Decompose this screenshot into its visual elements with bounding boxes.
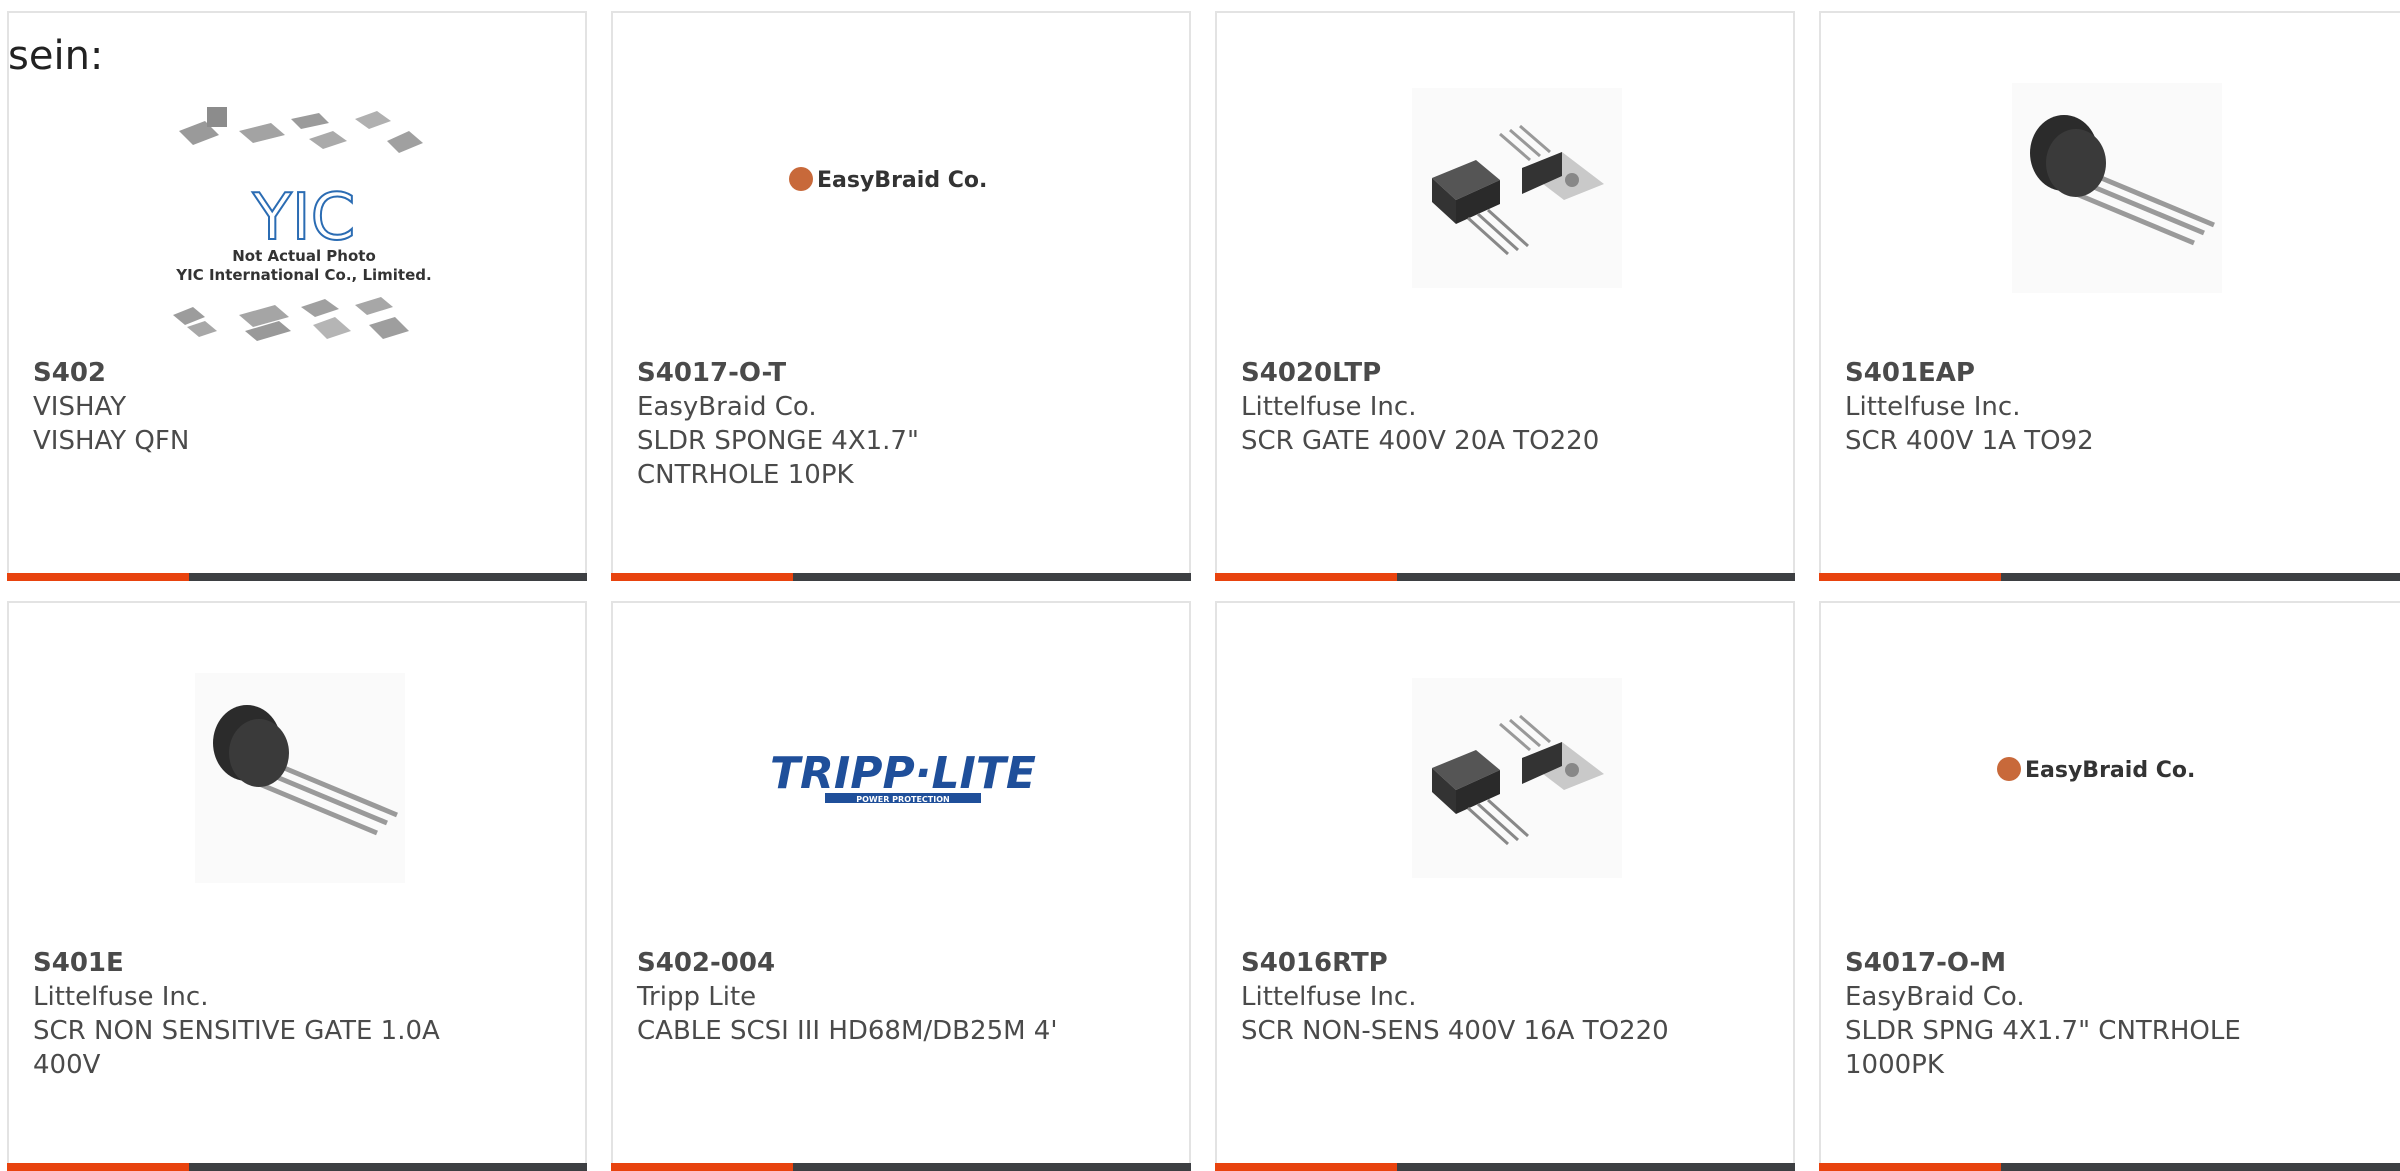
manufacturer: Littelfuse Inc.	[1241, 392, 1417, 422]
easybraid-logo-text: EasyBraid Co.	[817, 168, 987, 193]
description: CABLE SCSI III HD68M/DB25M 4'	[637, 1016, 1058, 1046]
part-number-link[interactable]: S401E	[33, 946, 513, 980]
product-image-easybraid[interactable]: EasyBraid Co.	[753, 83, 1053, 293]
card-accent-bar	[7, 573, 189, 581]
product-card[interactable]: TRIPP·LITE POWER PROTECTION S402-004 Tri…	[611, 601, 1191, 1171]
product-image-to220[interactable]	[1412, 88, 1622, 288]
easybraid-logo-icon: EasyBraid Co.	[1997, 757, 2195, 783]
chip-placeholder-icon: YIC Not Actual Photo YIC International C…	[173, 107, 432, 341]
part-number-link[interactable]: S4016RTP	[1241, 946, 1721, 980]
product-info: S4017-O-T EasyBraid Co. SLDR SPONGE 4X1.…	[637, 356, 1117, 492]
product-card[interactable]: S401E Littelfuse Inc. SCR NON SENSITIVE …	[7, 601, 587, 1171]
card-accent-bar	[1819, 573, 2001, 581]
product-card[interactable]: EasyBraid Co. S4017-O-T EasyBraid Co. SL…	[611, 11, 1191, 581]
description: VISHAY QFN	[33, 426, 190, 456]
product-grid: YIC Not Actual Photo YIC International C…	[0, 0, 2400, 1171]
description: SCR NON-SENS 400V 16A TO220	[1241, 1016, 1669, 1046]
description: SLDR SPONGE 4X1.7" CNTRHOLE 10PK	[637, 426, 919, 490]
description: SLDR SPNG 4X1.7" CNTRHOLE 1000PK	[1845, 1016, 2241, 1080]
manufacturer: Littelfuse Inc.	[1845, 392, 2021, 422]
manufacturer: EasyBraid Co.	[1845, 982, 2025, 1012]
product-card[interactable]: S4016RTP Littelfuse Inc. SCR NON-SENS 40…	[1215, 601, 1795, 1171]
manufacturer: Littelfuse Inc.	[33, 982, 209, 1012]
card-accent-bar	[611, 573, 793, 581]
card-footer-bar	[1215, 1163, 1795, 1171]
easybraid-logo-text: EasyBraid Co.	[2025, 758, 2195, 783]
tripplite-logo-text: TRIPP·LITE	[770, 748, 1036, 799]
card-footer-bar	[611, 573, 1191, 581]
card-footer-bar	[1215, 573, 1795, 581]
card-accent-bar	[1215, 1163, 1397, 1171]
yic-logo: YIC	[252, 181, 356, 255]
manufacturer: VISHAY	[33, 392, 127, 422]
tripplite-tagline: POWER PROTECTION	[856, 795, 949, 804]
placeholder-caption-line1: Not Actual Photo	[232, 247, 376, 265]
product-image-easybraid[interactable]: EasyBraid Co.	[1961, 673, 2261, 883]
product-info: S401EAP Littelfuse Inc. SCR 400V 1A TO92	[1845, 356, 2325, 458]
card-accent-bar	[1215, 573, 1397, 581]
manufacturer: EasyBraid Co.	[637, 392, 817, 422]
card-accent-bar	[611, 1163, 793, 1171]
description: SCR GATE 400V 20A TO220	[1241, 426, 1600, 456]
card-accent-bar	[7, 1163, 189, 1171]
description: SCR NON SENSITIVE GATE 1.0A 400V	[33, 1016, 440, 1080]
product-image-to220[interactable]	[1412, 678, 1622, 878]
product-card[interactable]: S401EAP Littelfuse Inc. SCR 400V 1A TO92	[1819, 11, 2400, 581]
easybraid-logo-icon: EasyBraid Co.	[789, 167, 987, 193]
description: SCR 400V 1A TO92	[1845, 426, 2094, 456]
product-info: S4017-O-M EasyBraid Co. SLDR SPNG 4X1.7"…	[1845, 946, 2325, 1082]
card-footer-bar	[7, 573, 587, 581]
to92-package-icon	[195, 673, 405, 883]
manufacturer: Tripp Lite	[637, 982, 757, 1012]
manufacturer: Littelfuse Inc.	[1241, 982, 1417, 1012]
to220-package-icon	[1412, 678, 1622, 878]
card-footer-bar	[1819, 1163, 2400, 1171]
part-number-link[interactable]: S402-004	[637, 946, 1117, 980]
placeholder-caption-line2: YIC International Co., Limited.	[175, 266, 431, 284]
product-info: S402-004 Tripp Lite CABLE SCSI III HD68M…	[637, 946, 1117, 1048]
card-footer-bar	[611, 1163, 1191, 1171]
part-number-link[interactable]: S401EAP	[1845, 356, 2325, 390]
page-heading: sein:	[8, 33, 104, 79]
product-info: S402 VISHAY VISHAY QFN	[33, 356, 513, 458]
product-card[interactable]: S4020LTP Littelfuse Inc. SCR GATE 400V 2…	[1215, 11, 1795, 581]
to92-package-icon	[2012, 83, 2222, 293]
product-card[interactable]: YIC Not Actual Photo YIC International C…	[7, 11, 587, 581]
product-info: S4020LTP Littelfuse Inc. SCR GATE 400V 2…	[1241, 356, 1721, 458]
product-info: S401E Littelfuse Inc. SCR NON SENSITIVE …	[33, 946, 513, 1082]
product-image-to92[interactable]	[195, 673, 405, 883]
product-info: S4016RTP Littelfuse Inc. SCR NON-SENS 40…	[1241, 946, 1721, 1048]
part-number-link[interactable]: S4017-O-M	[1845, 946, 2325, 980]
tripplite-logo-icon: TRIPP·LITE POWER PROTECTION	[770, 743, 1036, 807]
card-accent-bar	[1819, 1163, 2001, 1171]
product-image-to92[interactable]	[2012, 83, 2222, 293]
product-image-placeholder[interactable]: YIC Not Actual Photo YIC International C…	[159, 105, 449, 357]
to220-package-icon	[1412, 88, 1622, 288]
part-number-link[interactable]: S4020LTP	[1241, 356, 1721, 390]
product-image-tripplite[interactable]: TRIPP·LITE POWER PROTECTION	[753, 673, 1053, 883]
product-card[interactable]: EasyBraid Co. S4017-O-M EasyBraid Co. SL…	[1819, 601, 2400, 1171]
part-number-link[interactable]: S4017-O-T	[637, 356, 1117, 390]
card-footer-bar	[1819, 573, 2400, 581]
card-footer-bar	[7, 1163, 587, 1171]
part-number-link[interactable]: S402	[33, 356, 513, 390]
